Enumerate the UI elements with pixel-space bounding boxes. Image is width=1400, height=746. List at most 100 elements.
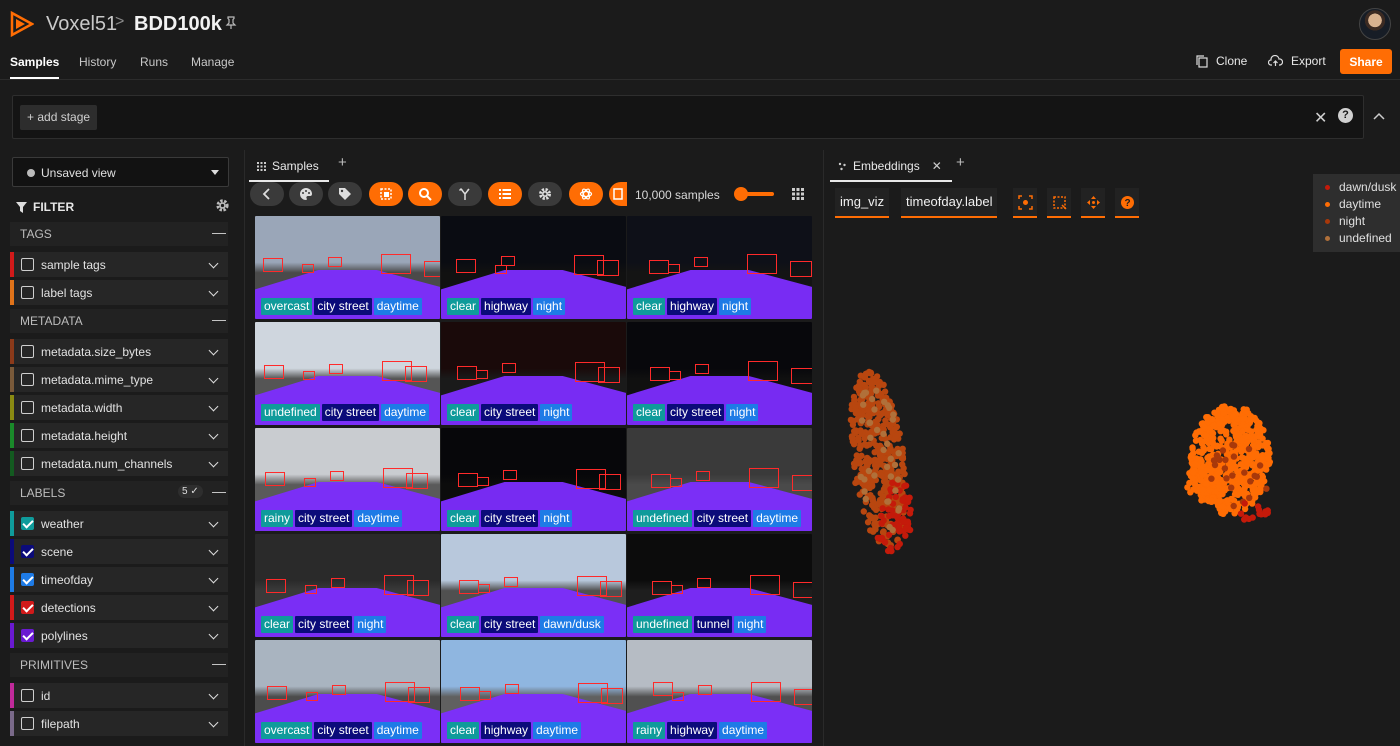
section-primitives[interactable]: PRIMITIVES — (10, 653, 228, 677)
sample-tile[interactable]: clear city street dawn/dusk (441, 534, 626, 637)
embedding-point[interactable] (891, 461, 899, 469)
zoom-slider-handle[interactable] (734, 187, 748, 201)
embedding-point[interactable] (1238, 454, 1246, 461)
brand-name[interactable]: Voxel51 (46, 13, 117, 36)
filter-row[interactable]: detections (10, 595, 228, 620)
embedding-point[interactable] (1263, 485, 1270, 492)
similarity-search-button[interactable] (408, 182, 442, 206)
embedding-point[interactable] (1202, 480, 1210, 487)
embedding-point[interactable] (857, 473, 865, 481)
embedding-point[interactable] (1206, 486, 1213, 494)
filter-row[interactable]: label tags (10, 280, 228, 305)
embedding-point[interactable] (884, 411, 891, 418)
embedding-point[interactable] (861, 488, 868, 495)
embedding-point[interactable] (887, 544, 894, 552)
embedding-point[interactable] (1210, 442, 1217, 449)
embedding-point[interactable] (1230, 502, 1237, 510)
filter-row[interactable]: timeofday (10, 567, 228, 592)
embedding-point[interactable] (907, 506, 914, 514)
back-button[interactable] (250, 182, 284, 206)
field-checkbox[interactable] (21, 689, 34, 702)
embedding-point[interactable] (867, 527, 874, 534)
filter-row[interactable]: scene (10, 539, 228, 564)
embedding-point[interactable] (865, 412, 872, 419)
embedding-point[interactable] (1201, 470, 1208, 478)
embedding-point[interactable] (880, 446, 887, 454)
voxel51-logo-icon[interactable] (10, 11, 34, 37)
embedding-point[interactable] (1254, 422, 1261, 430)
settings-button[interactable] (528, 182, 562, 206)
embedding-point[interactable] (873, 379, 880, 386)
chevron-down-icon[interactable] (208, 517, 219, 528)
embedding-point[interactable] (1211, 409, 1218, 416)
embedding-point[interactable] (849, 435, 856, 442)
embedding-point[interactable] (1228, 484, 1235, 491)
embedding-point[interactable] (1239, 487, 1246, 494)
embedding-point[interactable] (1229, 472, 1236, 479)
embedding-point[interactable] (1223, 475, 1230, 482)
embedding-point[interactable] (875, 400, 882, 407)
embedding-point[interactable] (1230, 453, 1238, 460)
embedding-point[interactable] (1208, 475, 1215, 482)
embedding-point[interactable] (1240, 474, 1247, 482)
close-tab-icon[interactable]: ✕ (932, 159, 942, 173)
embedding-point[interactable] (1222, 456, 1229, 463)
embedding-point[interactable] (902, 532, 909, 539)
tag-button[interactable] (328, 182, 362, 206)
embedding-point[interactable] (1198, 497, 1205, 504)
embedding-point[interactable] (869, 496, 876, 503)
embedding-point[interactable] (886, 512, 893, 520)
chevron-down-icon[interactable] (208, 717, 219, 728)
sample-tile[interactable]: clear city street night (255, 534, 440, 637)
embedding-point[interactable] (878, 472, 885, 479)
embedding-point[interactable] (851, 463, 858, 471)
chevron-up-icon[interactable] (1373, 112, 1385, 120)
embedding-point[interactable] (1246, 494, 1253, 502)
embedding-point[interactable] (871, 472, 878, 479)
collapse-icon[interactable]: — (212, 224, 226, 240)
sample-tile[interactable]: rainy highway daytime (627, 640, 812, 743)
field-checkbox[interactable] (21, 429, 34, 442)
embedding-point[interactable] (1247, 416, 1255, 424)
embedding-point[interactable] (879, 505, 886, 512)
share-button[interactable]: Share (1340, 49, 1392, 74)
embedding-point[interactable] (1217, 435, 1224, 442)
pin-icon[interactable] (224, 16, 238, 30)
embedding-point[interactable] (1263, 439, 1270, 447)
embedding-point[interactable] (855, 385, 863, 392)
openai-button[interactable] (569, 182, 603, 206)
embedding-point[interactable] (874, 501, 881, 508)
sample-tile[interactable]: clear city street night (441, 322, 626, 425)
embedding-point[interactable] (890, 411, 897, 418)
filter-row[interactable]: metadata.size_bytes (10, 339, 228, 364)
add-stage-button[interactable]: + add stage (20, 105, 98, 130)
patches-button[interactable] (369, 182, 403, 206)
sample-tile[interactable]: overcast city street daytime (255, 640, 440, 743)
embedding-point[interactable] (1198, 420, 1206, 427)
labels-count-badge[interactable]: 5 ✓ (178, 485, 203, 498)
filter-row[interactable]: metadata.height (10, 423, 228, 448)
chevron-down-icon[interactable] (208, 457, 219, 468)
chevron-down-icon[interactable] (208, 429, 219, 440)
embedding-point[interactable] (1241, 516, 1248, 523)
embedding-point[interactable] (1190, 486, 1197, 493)
embedding-point[interactable] (867, 515, 874, 522)
sample-tile[interactable]: undefined city street daytime (255, 322, 440, 425)
embeddings-help-button[interactable]: ? (1115, 188, 1139, 218)
embedding-point[interactable] (878, 512, 885, 520)
embedding-point[interactable] (862, 370, 870, 378)
embedding-point[interactable] (1231, 491, 1239, 498)
embedding-point[interactable] (1262, 511, 1269, 518)
filter-row[interactable]: filepath (10, 711, 228, 736)
embedding-point[interactable] (862, 495, 869, 503)
export-button[interactable]: Export (1268, 54, 1326, 68)
field-checkbox[interactable] (21, 258, 34, 271)
collapse-icon[interactable]: — (212, 483, 226, 499)
embedding-point[interactable] (857, 442, 864, 449)
embedding-point[interactable] (894, 476, 902, 483)
embedding-point[interactable] (1219, 447, 1227, 454)
embedding-point[interactable] (895, 507, 902, 514)
legend-item[interactable]: dawn/dusk (1325, 180, 1396, 194)
embedding-point[interactable] (1204, 414, 1212, 421)
embedding-point[interactable] (1216, 456, 1223, 463)
